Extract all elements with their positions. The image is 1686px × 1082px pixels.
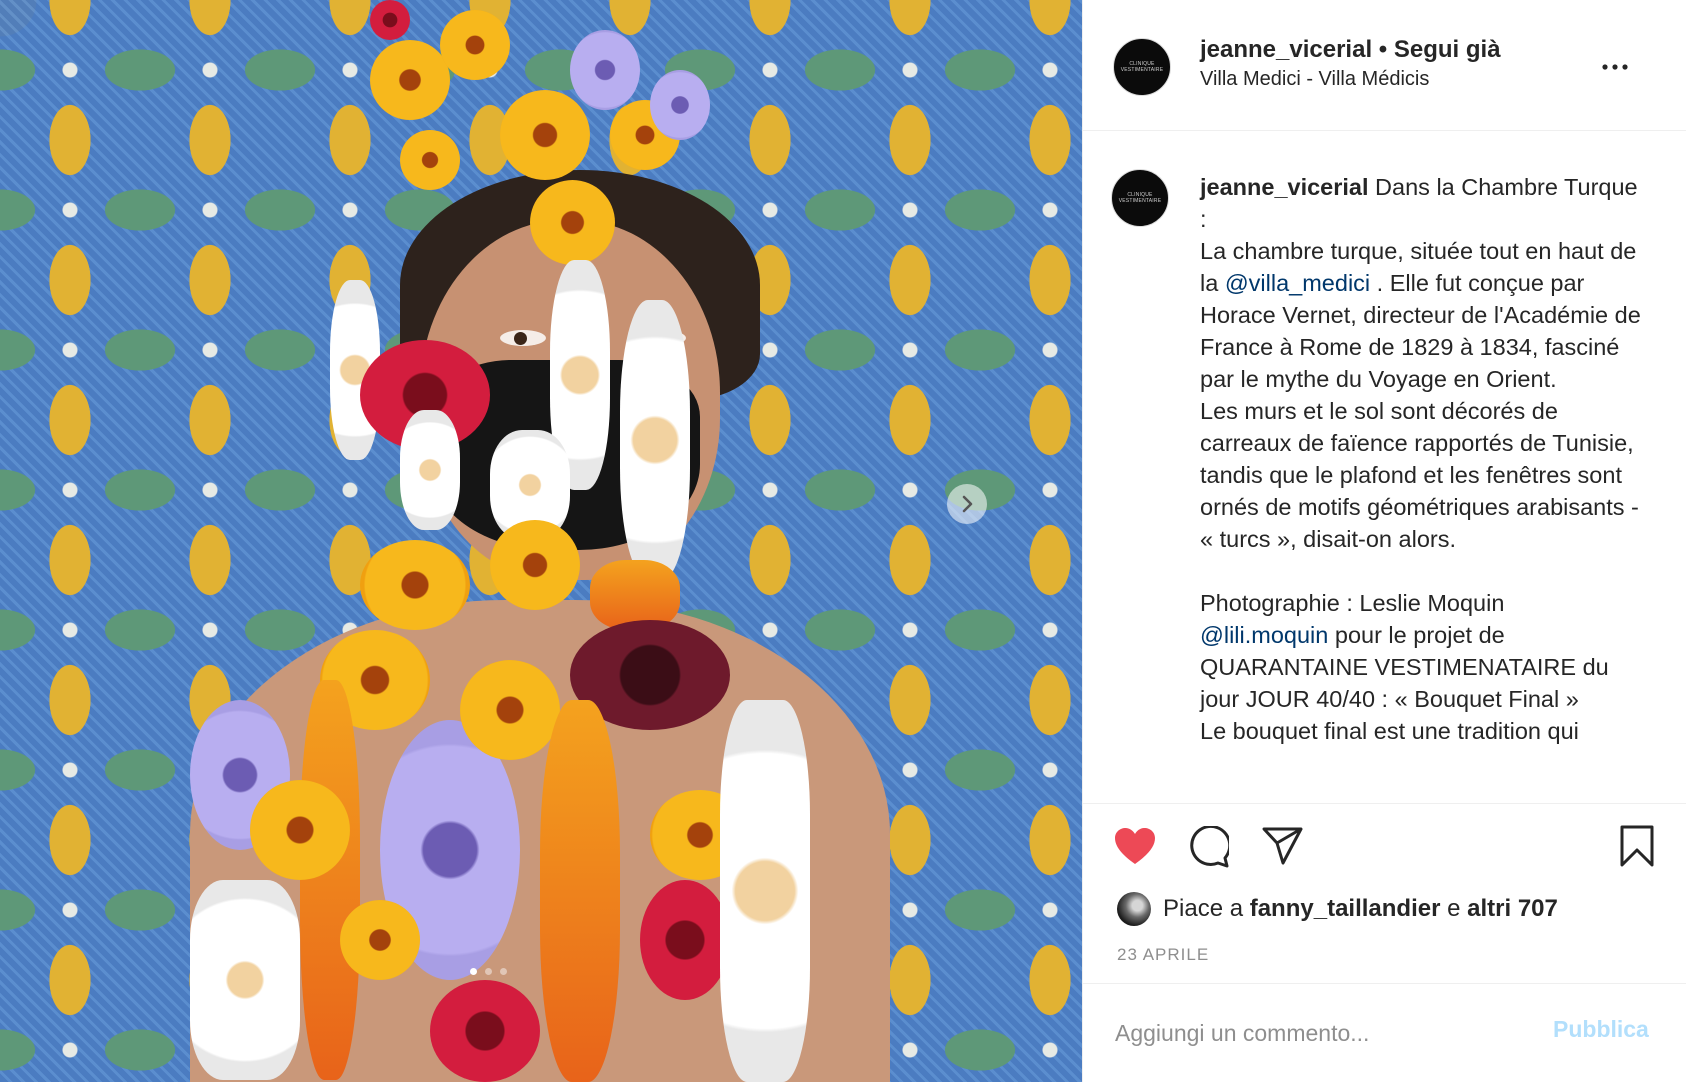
post-image[interactable] (0, 0, 1082, 1082)
left-eye (500, 330, 546, 346)
add-comment-bar: Pubblica (1083, 983, 1686, 1082)
liker-username[interactable]: fanny_taillandier (1250, 895, 1441, 922)
more-options-button[interactable] (1595, 52, 1635, 82)
caption-photo-credit-title: Photographie : Leslie Moquin (1200, 590, 1505, 616)
avatar-logo-text: CLINIQUE VESTIMENTAIRE (1118, 192, 1162, 204)
carousel-indicator (470, 968, 507, 975)
flower (360, 540, 470, 630)
flower (430, 980, 540, 1082)
bookmark-icon (1620, 825, 1654, 867)
flower (590, 560, 680, 630)
likes-prefix: Piace a (1163, 895, 1250, 922)
paper-plane-icon (1262, 827, 1303, 865)
flower (250, 780, 350, 880)
caption-intro: jeanne_vicerial Dans la Chambre Turque : (1200, 171, 1650, 235)
likes-others-count[interactable]: altri 707 (1467, 895, 1558, 922)
flower (370, 40, 450, 120)
flower (500, 90, 590, 180)
post-location[interactable]: Villa Medici - Villa Médicis (1200, 68, 1429, 91)
separator-dot: • (1372, 36, 1394, 63)
like-button[interactable] (1113, 826, 1157, 871)
flower (720, 700, 810, 1082)
carousel-dot (470, 968, 477, 975)
flower (530, 180, 615, 265)
author-avatar[interactable]: CLINIQUE VESTIMENTAIRE (1113, 38, 1171, 96)
speech-bubble-icon (1190, 824, 1232, 868)
save-button[interactable] (1619, 824, 1655, 873)
flower (190, 880, 300, 1080)
flower (300, 680, 360, 1080)
flower (640, 880, 730, 1000)
likes-conjunction: e (1440, 895, 1468, 922)
flower (570, 30, 640, 110)
flower (490, 520, 580, 610)
caption-paragraph-1: La chambre turque, située tout en haut d… (1200, 235, 1650, 395)
flower (340, 900, 420, 980)
post-caption: jeanne_vicerial Dans la Chambre Turque :… (1200, 171, 1650, 747)
flower (400, 130, 460, 190)
post-date[interactable]: 23 APRILE (1117, 945, 1209, 965)
mention-villa-medici[interactable]: @villa_medici (1225, 270, 1370, 296)
comment-button[interactable] (1187, 824, 1232, 873)
flower (620, 300, 690, 580)
ellipsis-icon (1602, 64, 1628, 70)
post-details-panel: CLINIQUE VESTIMENTAIRE jeanne_vicerial • … (1082, 0, 1686, 1082)
flower (400, 410, 460, 530)
likes-text[interactable]: Piace a fanny_taillandier e altri 707 (1163, 895, 1558, 923)
carousel-next-button[interactable] (947, 484, 987, 524)
mention-lili-moquin[interactable]: @lili.moquin (1200, 622, 1328, 648)
model-figure (170, 0, 890, 1082)
publish-comment-button[interactable]: Pubblica (1553, 1016, 1649, 1043)
flower (540, 700, 620, 1082)
carousel-dot (485, 968, 492, 975)
post-actions: Piace a fanny_taillandier e altri 707 23… (1083, 803, 1686, 983)
post-header: CLINIQUE VESTIMENTAIRE jeanne_vicerial • … (1083, 0, 1686, 131)
flower (440, 10, 510, 80)
caption-photo-credit: @lili.moquin pour le projet de QUARANTAI… (1200, 619, 1650, 715)
chevron-right-icon (962, 495, 973, 513)
flower (650, 70, 710, 140)
liker-avatar[interactable] (1117, 892, 1151, 926)
header-username-line: jeanne_vicerial • Segui già (1200, 36, 1501, 64)
flower (460, 660, 560, 760)
heart-filled-icon (1115, 828, 1155, 864)
carousel-dot (500, 968, 507, 975)
avatar-logo-text: CLINIQUE VESTIMENTAIRE (1120, 61, 1164, 73)
caption-username[interactable]: jeanne_vicerial (1200, 174, 1369, 200)
comments-section: CLINIQUE VESTIMENTAIRE jeanne_vicerial Da… (1083, 131, 1686, 803)
comment-input[interactable] (1113, 1014, 1537, 1052)
share-button[interactable] (1261, 826, 1303, 871)
follow-status-button[interactable]: Segui già (1394, 36, 1501, 63)
flower (370, 0, 410, 40)
caption-author-avatar[interactable]: CLINIQUE VESTIMENTAIRE (1111, 169, 1169, 227)
author-username[interactable]: jeanne_vicerial (1200, 36, 1372, 63)
caption-paragraph-2: Les murs et le sol sont décorés de carre… (1200, 398, 1639, 552)
caption-cutoff-line: Le bouquet final est une tradition qui (1200, 718, 1579, 744)
likes-summary: Piace a fanny_taillandier e altri 707 (1117, 892, 1558, 926)
